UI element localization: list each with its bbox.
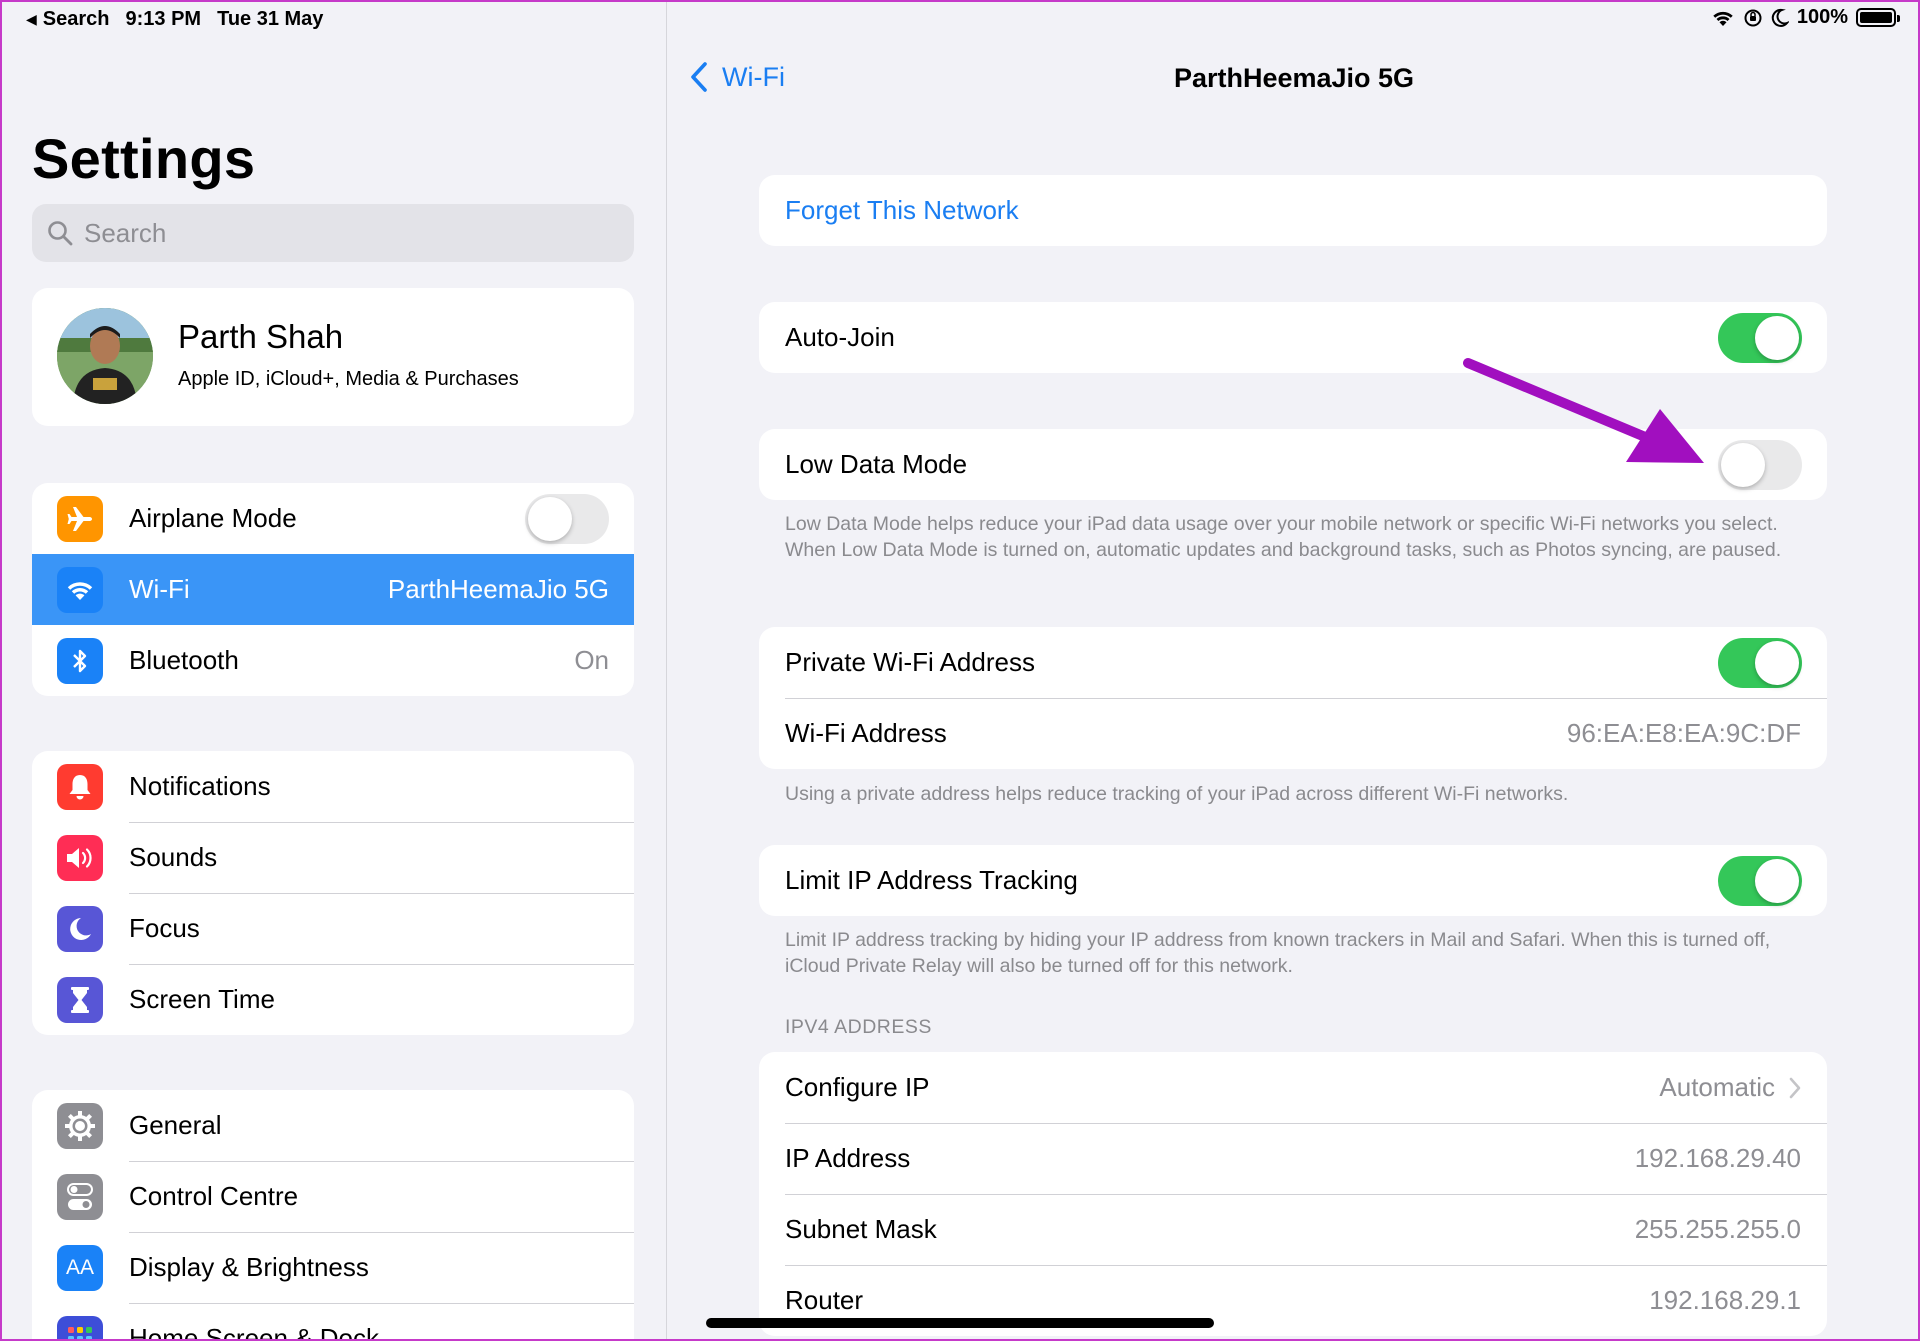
sidebar-item-label: Wi-Fi xyxy=(129,574,190,604)
limit-ip-label: Limit IP Address Tracking xyxy=(785,865,1078,895)
auto-join-label: Auto-Join xyxy=(785,322,895,352)
profile-name: Parth Shah xyxy=(178,318,344,355)
ipv4-group: Configure IP Automatic IP Address 192.16… xyxy=(759,1052,1827,1336)
low-data-label: Low Data Mode xyxy=(785,449,968,479)
sidebar-item-label: Display & Brightness xyxy=(129,1252,369,1282)
sidebar-item-focus[interactable]: Focus xyxy=(32,893,634,964)
limit-ip-row: Limit IP Address Tracking xyxy=(759,845,1827,916)
sidebar-item-screen-time[interactable]: Screen Time xyxy=(32,964,634,1035)
low-data-footnote: Low Data Mode helps reduce your iPad dat… xyxy=(785,513,1782,561)
switches-icon xyxy=(57,1173,103,1220)
sidebar-item-control-centre[interactable]: Control Centre xyxy=(32,1161,634,1232)
orientation-lock-icon xyxy=(1744,9,1762,26)
search-input[interactable] xyxy=(84,217,604,249)
sidebar-item-wifi[interactable]: Wi-Fi ParthHeemaJio 5G xyxy=(32,554,634,625)
private-address-toggle[interactable] xyxy=(1718,637,1802,688)
limit-ip-group: Limit IP Address Tracking xyxy=(759,845,1827,916)
sidebar-item-label: Notifications xyxy=(129,771,271,801)
bell-icon xyxy=(57,763,103,810)
back-triangle-icon[interactable]: ◀ xyxy=(26,11,37,28)
sidebar-item-general[interactable]: General xyxy=(32,1090,634,1161)
moon-icon xyxy=(57,905,103,952)
sidebar-item-label: Home Screen & Dock xyxy=(129,1323,379,1341)
router-label: Router xyxy=(785,1285,864,1315)
wifi-address-row: Wi-Fi Address 96:EA:E8:EA:9C:DF xyxy=(759,698,1827,769)
status-date: Tue 31 May xyxy=(217,8,324,30)
settings-sidebar: Settings Parth Shah Apple ID, iCloud+, M… xyxy=(0,0,667,1341)
general-group: General Control Centre AA Display & Brig… xyxy=(32,1090,634,1341)
ipv4-section-header: IPV4 ADDRESS xyxy=(785,1016,932,1038)
battery-icon xyxy=(1856,8,1900,27)
text-size-icon: AA xyxy=(57,1244,103,1291)
status-time: 9:13 PM xyxy=(125,8,202,30)
forget-group: Forget This Network xyxy=(759,175,1827,246)
sidebar-item-label: Airplane Mode xyxy=(129,503,297,533)
profile-card[interactable]: Parth Shah Apple ID, iCloud+, Media & Pu… xyxy=(32,288,634,426)
bluetooth-value: On xyxy=(574,645,609,675)
sidebar-item-notifications[interactable]: Notifications xyxy=(32,751,634,822)
forget-network-button[interactable]: Forget This Network xyxy=(759,175,1827,246)
hourglass-icon xyxy=(57,976,103,1023)
airplane-mode-toggle[interactable] xyxy=(525,493,609,544)
battery-percent: 100% xyxy=(1796,6,1848,28)
sidebar-item-label: Bluetooth xyxy=(129,645,239,675)
status-back-label[interactable]: Search xyxy=(43,8,110,31)
status-bar: ◀ Search 9:13 PM Tue 31 May 100% xyxy=(0,0,1920,40)
speaker-icon xyxy=(57,834,103,881)
wifi-address-value: 96:EA:E8:EA:9C:DF xyxy=(1566,718,1801,748)
wifi-address-label: Wi-Fi Address xyxy=(785,718,947,748)
wifi-signal-icon xyxy=(1713,11,1733,26)
grid-icon xyxy=(57,1315,103,1341)
sidebar-item-display-brightness[interactable]: AA Display & Brightness xyxy=(32,1232,634,1303)
private-address-label: Private Wi-Fi Address xyxy=(785,647,1035,677)
sidebar-item-label: Sounds xyxy=(129,842,218,872)
private-address-group: Private Wi-Fi Address Wi-Fi Address 96:E… xyxy=(759,627,1827,769)
sidebar-item-label: Focus xyxy=(129,913,200,943)
configure-ip-row[interactable]: Configure IP Automatic xyxy=(759,1052,1827,1123)
chevron-right-icon xyxy=(1789,1077,1801,1098)
sidebar-item-sounds[interactable]: Sounds xyxy=(32,822,634,893)
private-address-row: Private Wi-Fi Address xyxy=(759,627,1827,698)
sidebar-item-label: General xyxy=(129,1110,222,1140)
page-title: ParthHeemaJio 5G xyxy=(1173,63,1415,93)
limit-ip-footnote: Limit IP address tracking by hiding your… xyxy=(785,929,1771,977)
sidebar-item-label: Control Centre xyxy=(129,1181,299,1211)
sidebar-title: Settings xyxy=(32,127,256,190)
subnet-mask-label: Subnet Mask xyxy=(785,1214,937,1244)
wifi-network-detail: Wi-Fi ParthHeemaJio 5G Forget This Netwo… xyxy=(668,0,1920,1341)
sidebar-item-label: Screen Time xyxy=(129,984,275,1014)
search-bar[interactable] xyxy=(32,204,634,262)
home-indicator[interactable] xyxy=(706,1318,1214,1328)
connectivity-group: Airplane Mode Wi-Fi ParthHeemaJio 5G Blu… xyxy=(32,483,634,696)
forget-network-label: Forget This Network xyxy=(785,195,1019,225)
private-address-footnote: Using a private address helps reduce tra… xyxy=(785,783,1569,805)
subnet-mask-row: Subnet Mask 255.255.255.0 xyxy=(759,1194,1827,1265)
moon-status-icon xyxy=(1771,8,1789,27)
annotation-arrow-icon xyxy=(1463,358,1704,463)
alerts-group: Notifications Sounds Focus Screen Time xyxy=(32,751,634,1035)
wifi-icon xyxy=(57,566,103,613)
limit-ip-toggle[interactable] xyxy=(1718,855,1802,906)
ip-address-label: IP Address xyxy=(785,1143,911,1173)
subnet-mask-value: 255.255.255.0 xyxy=(1634,1214,1801,1244)
text-size-glyph: AA xyxy=(65,1255,94,1279)
sidebar-item-home-screen[interactable]: Home Screen & Dock xyxy=(32,1303,634,1341)
avatar xyxy=(57,308,153,404)
ip-address-value: 192.168.29.40 xyxy=(1634,1143,1801,1173)
auto-join-toggle[interactable] xyxy=(1718,312,1802,363)
gear-icon xyxy=(57,1102,103,1149)
search-icon xyxy=(48,221,73,246)
configure-ip-value: Automatic xyxy=(1659,1072,1775,1102)
sidebar-item-airplane-mode[interactable]: Airplane Mode xyxy=(32,483,634,554)
wifi-network-value: ParthHeemaJio 5G xyxy=(387,574,609,604)
profile-subtitle: Apple ID, iCloud+, Media & Purchases xyxy=(178,368,519,390)
low-data-toggle[interactable] xyxy=(1718,439,1802,490)
bluetooth-icon xyxy=(57,637,103,684)
router-value: 192.168.29.1 xyxy=(1649,1285,1801,1315)
airplane-icon xyxy=(57,495,103,542)
configure-ip-label: Configure IP xyxy=(785,1072,930,1102)
sidebar-item-bluetooth[interactable]: Bluetooth On xyxy=(32,625,634,696)
ip-address-row: IP Address 192.168.29.40 xyxy=(759,1123,1827,1194)
